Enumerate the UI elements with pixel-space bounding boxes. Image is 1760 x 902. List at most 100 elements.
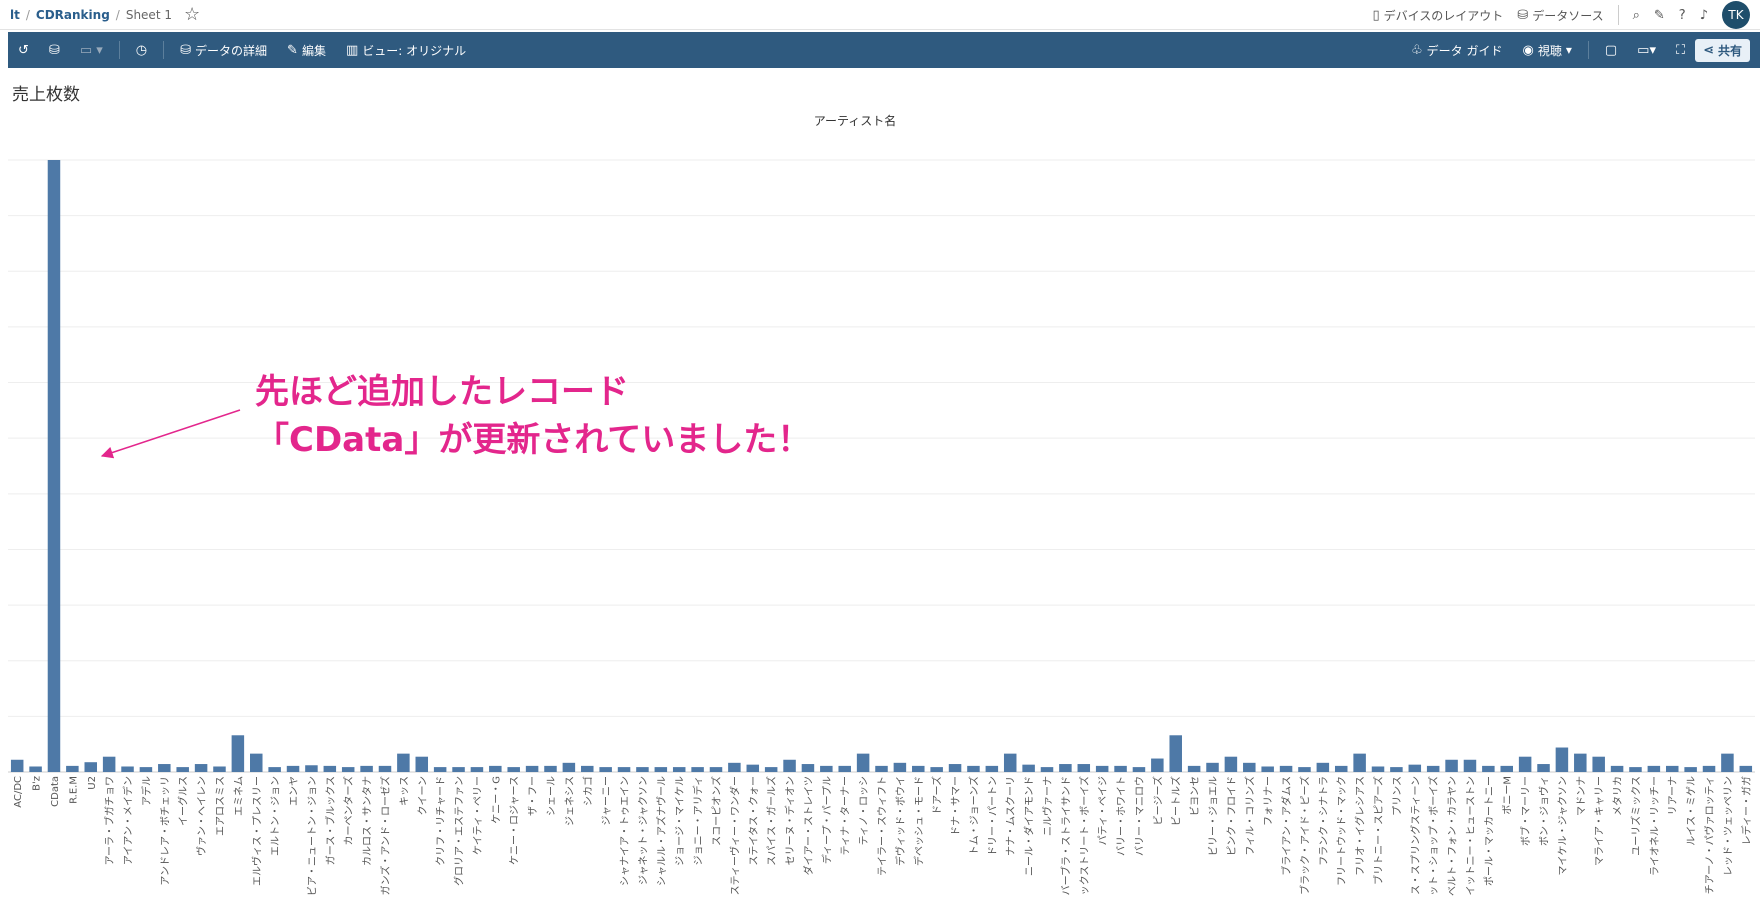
bar[interactable] (1298, 767, 1311, 772)
bar[interactable] (1279, 765, 1293, 772)
bar[interactable] (875, 765, 888, 772)
bar[interactable] (1482, 765, 1495, 772)
x-tick-label: ケイティ・ペリー (472, 776, 484, 855)
bar[interactable] (1334, 765, 1348, 772)
bar[interactable] (1095, 765, 1109, 772)
bar[interactable] (1702, 765, 1716, 772)
bar[interactable] (213, 766, 226, 772)
bar[interactable] (1243, 762, 1256, 772)
bar[interactable] (194, 764, 208, 772)
bar[interactable] (525, 765, 539, 772)
bar[interactable] (654, 767, 668, 772)
bar[interactable] (1426, 765, 1440, 772)
bar[interactable] (268, 767, 281, 772)
bar[interactable] (617, 767, 631, 772)
bar[interactable] (672, 767, 686, 772)
bar[interactable] (893, 762, 907, 772)
bar[interactable] (691, 767, 704, 772)
bar[interactable] (1114, 765, 1127, 772)
bar[interactable] (1629, 767, 1642, 772)
bar[interactable] (29, 766, 42, 772)
bar[interactable] (1390, 767, 1403, 772)
bar[interactable] (1665, 765, 1679, 772)
bar[interactable] (176, 767, 189, 772)
bar[interactable] (1408, 764, 1422, 772)
bar[interactable] (47, 160, 61, 772)
bar[interactable] (856, 753, 870, 772)
bar[interactable] (305, 765, 318, 772)
bar[interactable] (323, 765, 337, 772)
bar[interactable] (783, 759, 796, 772)
bar[interactable] (820, 765, 833, 772)
bar[interactable] (286, 765, 300, 772)
bar[interactable] (764, 767, 778, 772)
bar[interactable] (139, 767, 153, 772)
bar[interactable] (1555, 747, 1569, 772)
bar[interactable] (636, 767, 649, 772)
bar[interactable] (341, 767, 355, 772)
bar[interactable] (1574, 753, 1587, 772)
x-tick-label: テイラー・スウィフト (877, 776, 889, 876)
bar[interactable] (489, 765, 502, 772)
bar[interactable] (1224, 756, 1238, 772)
bar[interactable] (415, 756, 429, 772)
bar[interactable] (1518, 756, 1532, 772)
bar[interactable] (360, 765, 373, 772)
bar[interactable] (250, 753, 263, 772)
bar[interactable] (948, 764, 962, 772)
bar[interactable] (746, 764, 760, 772)
bar[interactable] (1003, 753, 1017, 772)
bar[interactable] (1739, 765, 1753, 772)
bar[interactable] (1169, 735, 1182, 772)
bar[interactable] (967, 765, 980, 772)
bar[interactable] (985, 765, 999, 772)
bar[interactable] (121, 766, 134, 772)
bar[interactable] (1187, 765, 1201, 772)
bar[interactable] (1040, 767, 1054, 772)
bar[interactable] (1463, 759, 1477, 772)
x-tick-label: パティ・ペイジ (1097, 776, 1109, 845)
bar[interactable] (544, 765, 557, 772)
bar[interactable] (507, 767, 520, 772)
bar[interactable] (452, 767, 465, 772)
bar[interactable] (397, 753, 410, 772)
x-tick-label: フォリナー (1263, 776, 1275, 826)
x-tick-label: ピンク・フロイド (1226, 776, 1238, 856)
bar[interactable] (1647, 765, 1661, 772)
bar[interactable] (1592, 756, 1605, 772)
bar[interactable] (728, 762, 741, 772)
bar[interactable] (231, 735, 245, 772)
bar[interactable] (930, 767, 943, 772)
bar[interactable] (599, 767, 612, 772)
bar[interactable] (1132, 767, 1146, 772)
bar[interactable] (10, 759, 24, 772)
bar[interactable] (433, 767, 447, 772)
bar[interactable] (1261, 766, 1274, 772)
bar[interactable] (470, 767, 484, 772)
bar[interactable] (102, 756, 116, 772)
bar[interactable] (1445, 759, 1458, 772)
bar[interactable] (1500, 765, 1513, 772)
bar[interactable] (1151, 758, 1164, 772)
bar[interactable] (912, 765, 925, 772)
bar[interactable] (562, 762, 576, 772)
bar[interactable] (1022, 764, 1035, 772)
bar[interactable] (1316, 762, 1330, 772)
bar[interactable] (1059, 764, 1072, 772)
bar[interactable] (709, 767, 723, 772)
bar[interactable] (378, 765, 392, 772)
bar[interactable] (1206, 762, 1219, 772)
bar[interactable] (84, 762, 98, 772)
bar[interactable] (66, 765, 79, 772)
bar[interactable] (1371, 766, 1385, 772)
bar[interactable] (581, 765, 594, 772)
bar[interactable] (158, 764, 171, 772)
bar[interactable] (1684, 767, 1697, 772)
bar[interactable] (1721, 753, 1734, 772)
bar[interactable] (801, 764, 815, 772)
bar[interactable] (1353, 753, 1366, 772)
bar[interactable] (1077, 764, 1091, 772)
bar[interactable] (1537, 764, 1550, 772)
bar[interactable] (1610, 765, 1624, 772)
bar[interactable] (838, 765, 851, 772)
